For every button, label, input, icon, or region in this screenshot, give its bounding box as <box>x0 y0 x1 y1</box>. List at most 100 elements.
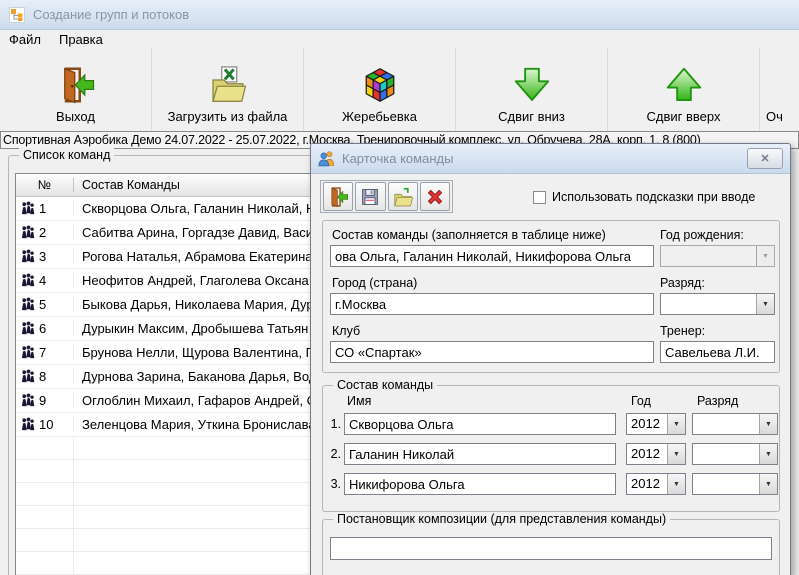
producer-groupbox: Постановщик композиции (для представлени… <box>322 519 780 575</box>
team-number: 3 <box>39 249 46 264</box>
main-toolbar: Выход Загрузить из файла <box>0 48 799 131</box>
chevron-down-icon: ▼ <box>756 294 774 314</box>
member-rank-combobox[interactable]: ▼ <box>692 413 778 435</box>
chevron-down-icon: ▼ <box>759 474 777 494</box>
team-members-text: Брунова Нелли, Щурова Валентина, Г <box>74 345 313 360</box>
exit-door-icon <box>56 65 96 105</box>
team-members-text: Рогова Наталья, Абрамова Екатерина <box>74 249 312 264</box>
window-title: Создание групп и потоков <box>33 7 189 22</box>
coach-label: Тренер: <box>660 324 705 338</box>
club-input[interactable] <box>330 341 654 363</box>
excel-folder-icon <box>208 65 248 105</box>
composition-input[interactable] <box>330 245 654 267</box>
team-icon <box>20 249 35 264</box>
column-header-number: № <box>16 178 74 192</box>
member-year-value: 2012 <box>627 414 667 434</box>
dialog-close-button[interactable]: ✕ <box>747 148 783 169</box>
member-year-combobox[interactable]: 2012 ▼ <box>626 413 686 435</box>
floppy-save-icon <box>360 187 380 207</box>
member-rank-combobox[interactable]: ▼ <box>692 473 778 495</box>
member-year-combobox[interactable]: 2012 ▼ <box>626 473 686 495</box>
member-rank-value <box>693 414 759 434</box>
member-rank-combobox[interactable]: ▼ <box>692 443 778 465</box>
dialog-title: Карточка команды <box>342 151 740 166</box>
shift-down-button[interactable]: Сдвиг вниз <box>456 48 608 131</box>
chevron-down-icon: ▼ <box>759 414 777 434</box>
draw-button[interactable]: Жеребьевка <box>304 48 456 131</box>
team-icon <box>20 273 35 288</box>
team-number: 9 <box>39 393 46 408</box>
dialog-load-button[interactable] <box>388 182 418 211</box>
exit-button-label: Выход <box>56 109 95 124</box>
team-members-text: Скворцова Ольга, Галанин Николай, Н <box>74 201 315 216</box>
rank-value <box>661 294 756 314</box>
team-members-text: Зеленцова Мария, Уткина Бронислава <box>74 417 316 432</box>
shift-up-button[interactable]: Сдвиг вверх <box>608 48 760 131</box>
team-members-text: Сабитва Арина, Горгадзе Давид, Васи <box>74 225 313 240</box>
close-icon: ✕ <box>760 152 769 165</box>
member-name-input[interactable] <box>344 413 616 435</box>
load-from-file-button-label: Загрузить из файла <box>168 109 288 124</box>
shift-down-button-label: Сдвиг вниз <box>498 109 565 124</box>
team-members-text: Быкова Дарья, Николаева Мария, Дур <box>74 297 314 312</box>
producer-group-title: Постановщик композиции (для представлени… <box>333 512 670 526</box>
menubar: Файл Правка <box>0 30 799 48</box>
team-number: 2 <box>39 225 46 240</box>
member-rank-value <box>693 474 759 494</box>
members-group-title: Состав команды <box>333 378 437 392</box>
team-icon <box>20 225 35 240</box>
app-icon <box>9 7 25 23</box>
dialog-body: Использовать подсказки при вводе Состав … <box>311 174 790 575</box>
birth-year-label: Год рождения: <box>660 228 744 242</box>
team-number: 1 <box>39 201 46 216</box>
member-rank-column-label: Разряд <box>697 394 738 408</box>
delete-x-icon <box>425 187 445 207</box>
exit-button[interactable]: Выход <box>0 48 152 131</box>
members-groupbox: Состав команды Имя Год Разряд 1. 2012 ▼ … <box>322 385 780 512</box>
dialog-save-button[interactable] <box>355 182 385 211</box>
team-number: 10 <box>39 417 53 432</box>
member-row-number: 1. <box>325 417 341 431</box>
app-window: Создание групп и потоков Файл Правка Вых… <box>0 0 799 575</box>
shift-up-button-label: Сдвиг вверх <box>647 109 721 124</box>
team-icon <box>20 297 35 312</box>
clear-button[interactable]: Оч <box>760 48 799 131</box>
exit-door-icon <box>327 186 349 208</box>
city-input[interactable] <box>330 293 654 315</box>
birth-year-combobox: ▼ <box>660 245 775 267</box>
member-year-combobox[interactable]: 2012 ▼ <box>626 443 686 465</box>
draw-button-label: Жеребьевка <box>342 109 417 124</box>
column-header-name: Состав Команды <box>74 178 180 192</box>
load-from-file-button[interactable]: Загрузить из файла <box>152 48 304 131</box>
coach-input[interactable] <box>660 341 775 363</box>
chevron-down-icon: ▼ <box>667 444 685 464</box>
chevron-down-icon: ▼ <box>756 246 774 266</box>
team-icon <box>20 393 35 408</box>
rank-combobox[interactable]: ▼ <box>660 293 775 315</box>
open-folder-icon <box>392 186 414 208</box>
member-row-number: 2. <box>325 447 341 461</box>
rubik-cube-icon <box>360 65 400 105</box>
team-list-title: Список команд <box>19 148 114 162</box>
producer-input[interactable] <box>330 537 772 560</box>
member-name-input[interactable] <box>344 443 616 465</box>
dialog-delete-button[interactable] <box>420 182 450 211</box>
member-year-column-label: Год <box>631 394 651 408</box>
dialog-exit-button[interactable] <box>323 182 353 211</box>
people-icon <box>318 150 335 167</box>
member-rank-value <box>693 444 759 464</box>
team-fields-groupbox: Состав команды (заполняется в таблице ни… <box>322 220 780 373</box>
member-name-input[interactable] <box>344 473 616 495</box>
hints-checkbox[interactable] <box>533 191 546 204</box>
team-number: 4 <box>39 273 46 288</box>
green-up-arrow-icon <box>664 65 704 105</box>
team-members-text: Дурнова Зарина, Баканова Дарья, Вод <box>74 369 316 384</box>
dialog-toolbar <box>320 180 453 213</box>
menu-file[interactable]: Файл <box>0 31 50 48</box>
menu-edit[interactable]: Правка <box>50 31 112 48</box>
member-name-column-label: Имя <box>347 394 371 408</box>
clear-button-label: Оч <box>766 109 783 124</box>
team-members-text: Неофитов Андрей, Глаголева Оксана <box>74 273 309 288</box>
birth-year-value <box>661 246 756 266</box>
team-icon <box>20 417 35 432</box>
